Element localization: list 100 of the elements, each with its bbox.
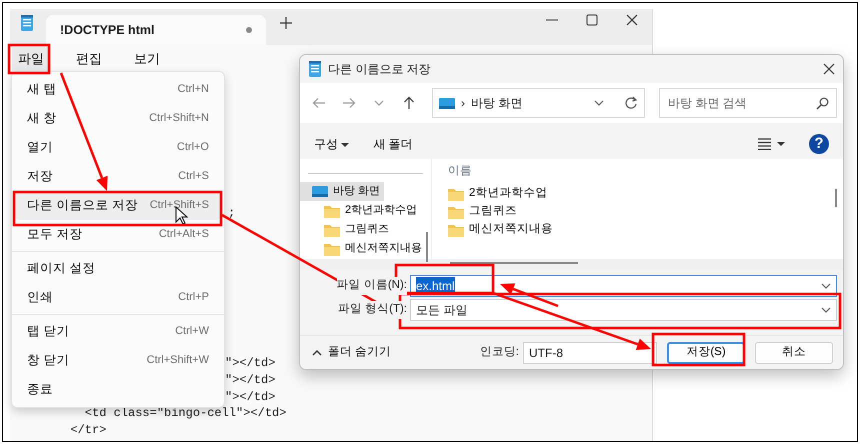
add-tab-icon[interactable]	[280, 16, 292, 28]
menu-item-label: 열기	[27, 139, 53, 156]
menu-item-label: 다른 이름으로 저장	[27, 197, 138, 214]
menu-item-label: 새 탭	[27, 81, 56, 98]
help-button[interactable]: ?	[809, 134, 829, 154]
menu-item[interactable]: 페이지 설정	[15, 254, 221, 283]
folder-icon	[324, 222, 340, 236]
file-name: 메신저쪽지내용	[469, 222, 553, 238]
code-line: "></td>	[225, 355, 276, 372]
field-label: 인코딩:	[480, 344, 519, 360]
folder-icon	[448, 223, 464, 237]
menu-item[interactable]: 모두 저장 Ctrl+Alt+S	[15, 220, 221, 249]
forward-arrow-icon	[342, 96, 356, 110]
field-label: 파일 이름(N):	[336, 277, 407, 295]
chevron-down-icon[interactable]	[821, 283, 831, 289]
menu-shortcut: Ctrl+S	[178, 169, 209, 184]
highlight-frame	[8, 44, 50, 74]
dialog-button[interactable]: 취소	[755, 342, 833, 364]
menu-item[interactable]: 종료	[15, 375, 221, 404]
code-line: "></td>	[225, 388, 276, 406]
menu-item[interactable]: 인쇄 Ctrl+P	[15, 283, 221, 312]
menu-shortcut: Ctrl+Shift+N	[149, 111, 209, 126]
notepad-icon	[308, 61, 322, 77]
dialog-button[interactable]: 저장(S)	[667, 342, 745, 364]
editor-tab[interactable]: !DOCTYPE html	[46, 15, 266, 45]
file-name: 2학년과학수업	[469, 186, 548, 202]
code-line: </tr>	[69, 422, 106, 439]
field-label: 파일 형식(T):	[338, 301, 407, 319]
folder-icon	[448, 205, 464, 219]
menu-item[interactable]: 새 창 Ctrl+Shift+N	[15, 104, 221, 133]
menu-shortcut: Ctrl+N	[178, 82, 209, 98]
filetype-dropdown[interactable]: 모든 파일	[410, 299, 837, 321]
file-list-item[interactable]: 메신저쪽지내용	[448, 221, 553, 239]
up-arrow-icon	[402, 96, 416, 110]
menu-item-label: 인쇄	[27, 289, 53, 306]
nav-item-label: 그림퀴즈	[345, 222, 389, 238]
hide-folders-button[interactable]: 폴더 숨기기	[312, 344, 392, 362]
menu-item[interactable]: 저장 Ctrl+S	[15, 162, 221, 191]
tab-title: !DOCTYPE html	[60, 22, 154, 39]
menu-bar-item[interactable]: 보기	[128, 47, 166, 71]
menu-item-label: 탭 닫기	[27, 323, 70, 340]
menu-shortcut: Ctrl+O	[176, 140, 209, 156]
encoding-dropdown[interactable]: UTF-8	[523, 342, 657, 364]
desktop-icon	[312, 185, 328, 198]
maximize-icon[interactable]	[586, 14, 598, 26]
menu-item-label: 페이지 설정	[27, 260, 96, 278]
address-bar[interactable]: › 바탕 화면	[432, 88, 645, 118]
close-icon[interactable]	[626, 14, 638, 26]
close-icon[interactable]	[823, 63, 835, 75]
menu-bar-item[interactable]: 파일	[12, 47, 50, 71]
menu-item[interactable]: 탭 닫기 Ctrl+W	[15, 317, 221, 346]
breadcrumb-separator: ›	[461, 95, 465, 112]
refresh-icon[interactable]	[624, 96, 638, 110]
menu-item-label: 창 닫기	[27, 352, 70, 370]
search-icon[interactable]	[816, 97, 829, 110]
notepad-icon	[20, 14, 34, 30]
dialog-title: 다른 이름으로 저장	[328, 61, 431, 78]
folder-icon	[324, 204, 340, 218]
file-list-item[interactable]: 2학년과학수업	[448, 185, 548, 203]
menu-shortcut: Ctrl+Alt+S	[158, 227, 209, 242]
chevron-down-icon[interactable]	[594, 98, 604, 108]
chevron-down-icon[interactable]	[821, 307, 831, 313]
code-line: ;	[228, 205, 236, 222]
folder-icon	[324, 242, 340, 256]
scrollbar-thumb[interactable]	[835, 189, 837, 207]
menu-item-label: 종료	[27, 381, 53, 398]
nav-pane-item[interactable]: 2학년과학수업	[300, 201, 422, 220]
desktop-icon	[439, 96, 455, 110]
file-list-item[interactable]: 그림퀴즈	[448, 203, 517, 221]
nav-pane-item[interactable]: 그림퀴즈	[300, 220, 393, 239]
menu-bar-item[interactable]: 편집	[70, 47, 108, 71]
code-line: <td class="bingo-cell"></td>	[84, 405, 286, 422]
menu-item[interactable]: 열기 Ctrl+O	[15, 133, 221, 162]
search-field[interactable]: 바탕 화면 검색	[659, 88, 837, 118]
folder-icon	[448, 187, 464, 201]
list-view-icon	[758, 138, 771, 150]
nav-item-label: 2학년과학수업	[345, 203, 418, 218]
menu-shortcut: Ctrl+P	[178, 290, 209, 306]
menu-item[interactable]: 새 탭 Ctrl+N	[15, 75, 221, 104]
menu-item[interactable]: 창 닫기 Ctrl+Shift+W	[15, 346, 221, 375]
column-header[interactable]: 이름	[448, 163, 827, 185]
new-folder-button[interactable]: 새 폴더	[373, 135, 413, 153]
scrollbar-thumb[interactable]	[426, 232, 428, 262]
menu-shortcut: Ctrl+Shift+W	[146, 353, 209, 368]
nav-item-label: 메신저쪽지내용	[345, 241, 422, 256]
caret-icon	[341, 142, 350, 147]
menu-shortcut: Ctrl+W	[175, 324, 209, 340]
organize-button[interactable]: 구성	[314, 135, 350, 153]
nav-item-label: 바탕 화면	[333, 184, 380, 200]
menu-item-label: 새 창	[27, 110, 56, 128]
nav-pane-item[interactable]: 메신저쪽지내용	[300, 239, 426, 258]
back-arrow-icon	[312, 96, 326, 110]
view-options-button[interactable]	[758, 138, 785, 150]
menu-shortcut: Ctrl+Shift+S	[150, 198, 209, 214]
chevron-up-icon	[312, 349, 322, 356]
menu-item-label: 모두 저장	[27, 226, 82, 244]
menu-item-label: 저장	[27, 168, 53, 186]
nav-pane-item[interactable]: 바탕 화면	[300, 182, 384, 201]
scrollbar-thumb[interactable]	[450, 262, 578, 264]
file-name: 그림퀴즈	[469, 204, 517, 220]
